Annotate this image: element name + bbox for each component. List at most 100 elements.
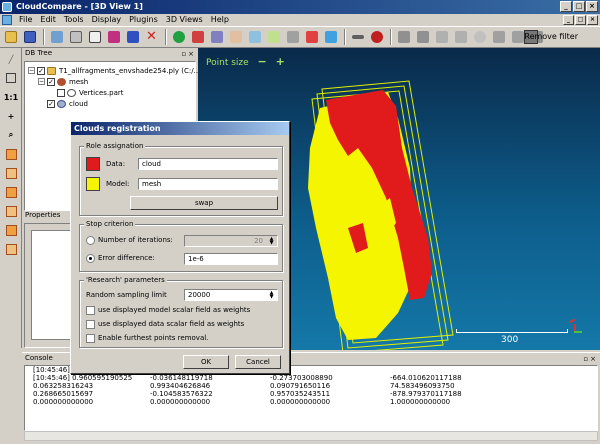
open-button[interactable] <box>2 29 19 46</box>
menu-help[interactable]: Help <box>207 14 233 26</box>
spin-arrows-icon[interactable]: ▲ ▼ <box>267 237 276 246</box>
align-button[interactable] <box>124 29 141 46</box>
c2c-button[interactable] <box>265 29 282 46</box>
panel-buttons[interactable]: ▫× <box>181 49 196 60</box>
cc-button[interactable] <box>303 29 320 46</box>
menu-3d-views[interactable]: 3D Views <box>162 14 207 26</box>
icp-button[interactable] <box>208 29 225 46</box>
tree-item-vertices[interactable]: Vertices.part <box>57 87 124 98</box>
expander-icon[interactable]: − <box>28 67 35 74</box>
visibility-checkbox[interactable] <box>57 88 65 97</box>
distance-icon <box>229 31 242 43</box>
data-sf-weights-label: use displayed data scalar field as weigh… <box>98 320 245 328</box>
view-top-button[interactable] <box>3 184 19 200</box>
histogram-button[interactable] <box>395 29 412 46</box>
cube-left-icon <box>5 224 17 236</box>
axis-y <box>574 331 582 333</box>
console-line: 0.268665015697 -0.104583576322 0.9570352… <box>33 390 462 398</box>
maximize-button[interactable]: □ <box>573 1 585 12</box>
view-restore-button[interactable]: □ <box>575 15 586 25</box>
cube-right-icon <box>5 243 17 255</box>
register-button[interactable] <box>189 29 206 46</box>
sf-stats-button[interactable] <box>414 29 431 46</box>
panel-buttons[interactable]: ▫× <box>583 354 598 365</box>
swap-button[interactable]: swap <box>130 196 278 210</box>
window-title: CloudCompare - [3D View 1] <box>16 2 143 11</box>
normals-icon <box>286 31 299 43</box>
iterations-spinbox[interactable]: 20 ▲ ▼ <box>184 235 278 247</box>
view-minimize-button[interactable]: _ <box>563 15 574 25</box>
error-difference-radio[interactable] <box>86 254 95 263</box>
menu-tools[interactable]: Tools <box>60 14 88 26</box>
normals-button[interactable] <box>284 29 301 46</box>
menu-plugins[interactable]: Plugins <box>125 14 162 26</box>
data-sf-weights-checkbox[interactable] <box>86 320 95 329</box>
pick-rotation-center-button[interactable]: ╱ <box>3 51 19 67</box>
console-scrollbar[interactable] <box>24 431 598 441</box>
view-bottom-button[interactable] <box>3 203 19 219</box>
merge-button[interactable] <box>105 29 122 46</box>
translate-button[interactable] <box>48 29 65 46</box>
cancel-button[interactable]: Cancel <box>235 355 281 369</box>
menu-edit[interactable]: Edit <box>36 14 60 26</box>
tree-item-mesh[interactable]: − ✓ mesh <box>38 76 88 87</box>
distance-button[interactable] <box>227 29 244 46</box>
cc2-icon <box>324 31 337 43</box>
model-sf-weights-checkbox[interactable] <box>86 306 95 315</box>
sf-filter-button[interactable] <box>433 29 450 46</box>
visibility-checkbox[interactable]: ✓ <box>37 66 45 75</box>
view-icon[interactable] <box>2 15 12 25</box>
ok-button[interactable]: OK <box>183 355 229 369</box>
point-list-button[interactable] <box>368 29 385 46</box>
menu-file[interactable]: File <box>15 14 36 26</box>
view-right-button[interactable] <box>3 241 19 257</box>
cc2-button[interactable] <box>322 29 339 46</box>
save-button[interactable] <box>21 29 38 46</box>
sf-smooth-button[interactable] <box>471 29 488 46</box>
title-bar: CloudCompare - [3D View 1] _ □ × <box>0 0 600 14</box>
visibility-checkbox[interactable]: ✓ <box>47 77 55 86</box>
segment-button[interactable] <box>67 29 84 46</box>
sampling-limit-spinbox[interactable]: 20000 ▲ ▼ <box>184 289 278 301</box>
menu-display[interactable]: Display <box>88 14 126 26</box>
tree-icon <box>172 31 185 43</box>
zoom-button[interactable]: ⌕ <box>3 127 19 143</box>
error-difference-field[interactable]: 1e-6 <box>184 253 278 265</box>
view-left-button[interactable] <box>3 222 19 238</box>
visibility-checkbox[interactable]: ✓ <box>47 99 55 108</box>
c2c-icon <box>267 31 280 43</box>
dialog-title: Clouds registration <box>71 122 289 135</box>
pan-button[interactable]: + <box>3 108 19 124</box>
zoom-1to1-button[interactable]: 1:1 <box>3 89 19 105</box>
view-close-button[interactable]: × <box>587 15 598 25</box>
console-title: Console <box>25 354 53 362</box>
remove-filter-button[interactable]: Remove filter <box>524 32 578 41</box>
sf-gradient-button[interactable] <box>452 29 469 46</box>
delete-button[interactable]: ✕ <box>143 29 160 46</box>
cloud-icon <box>57 99 66 108</box>
zoom-fit-button[interactable] <box>3 70 19 86</box>
sf-sharpen-button[interactable] <box>490 29 507 46</box>
group-label: Stop criterion <box>84 220 136 229</box>
view-front-button[interactable] <box>3 146 19 162</box>
close-button[interactable]: × <box>586 1 598 12</box>
model-field[interactable]: mesh <box>138 178 278 190</box>
filter-icon <box>435 31 448 43</box>
expander-icon[interactable]: − <box>38 78 45 85</box>
move-icon <box>50 31 63 43</box>
view-back-button[interactable] <box>3 165 19 181</box>
minimize-button[interactable]: _ <box>560 1 572 12</box>
pick-button[interactable] <box>349 29 366 46</box>
spin-arrows-icon[interactable]: ▲ ▼ <box>267 291 276 300</box>
furthest-removal-checkbox[interactable] <box>86 334 95 343</box>
align-icon <box>126 31 139 43</box>
iterations-radio[interactable] <box>86 236 95 245</box>
tree-item-cloud[interactable]: ✓ cloud <box>38 98 88 109</box>
console-line: [10:45:46] 0.960595190525 -0.03614811971… <box>33 374 462 382</box>
c2m-button[interactable] <box>246 29 263 46</box>
console-log[interactable]: [10:45:46] [Align] Final RMS: 0.4 [10:45… <box>24 365 598 431</box>
data-field[interactable]: cloud <box>138 158 278 170</box>
sample-button[interactable] <box>170 29 187 46</box>
tree-item-file[interactable]: − ✓ T1_allfragments_envshade254.ply (C:/… <box>28 65 200 76</box>
clone-button[interactable] <box>86 29 103 46</box>
